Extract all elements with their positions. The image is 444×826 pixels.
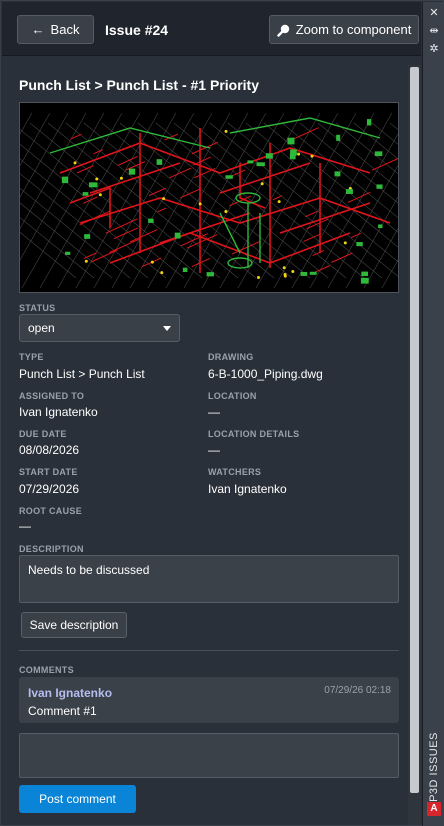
location-value: — (208, 405, 220, 419)
back-button-label: Back (50, 22, 80, 37)
due-date-value: 08/08/2026 (19, 443, 80, 457)
section-divider (19, 650, 399, 651)
drawing-value: 6-B-1000_Piping.dwg (208, 367, 323, 381)
close-icon[interactable]: ✕ (423, 8, 444, 19)
chevron-down-icon (163, 326, 171, 331)
description-textarea[interactable]: Needs to be discussed (19, 555, 399, 603)
location-details-value: — (208, 443, 220, 457)
comments-label: COMMENTS (19, 665, 74, 675)
root-cause-label: ROOT CAUSE (19, 506, 83, 516)
comment-input[interactable] (19, 733, 399, 778)
comment-timestamp: 07/29/26 02:18 (324, 685, 391, 696)
breadcrumb: Punch List > Punch List - #1 Priority (19, 77, 259, 93)
side-palette-strip: ✕ ⇹ ✲ P3D ISSUES A (422, 2, 444, 826)
location-details-label: LOCATION DETAILS (208, 429, 300, 439)
type-label: TYPE (19, 352, 44, 362)
comment-text: Comment #1 (28, 704, 97, 718)
status-label: STATUS (19, 303, 56, 313)
assigned-to-label: ASSIGNED TO (19, 391, 85, 401)
arrow-left-icon: ← (31, 22, 45, 37)
issue-detail-content: Punch List > Punch List - #1 Priority ST… (2, 57, 408, 825)
palette-title-text: P3D ISSUES (428, 732, 440, 802)
description-label: DESCRIPTION (19, 544, 84, 554)
start-date-value: 07/29/2026 (19, 482, 80, 496)
settings-icon[interactable]: ✲ (423, 44, 444, 55)
issue-title: Issue #24 (105, 22, 169, 38)
watchers-value: Ivan Ignatenko (208, 482, 287, 496)
collapse-icon[interactable]: ⇹ (423, 26, 444, 37)
status-dropdown[interactable]: open (19, 314, 180, 342)
scrollbar-thumb[interactable] (410, 67, 419, 793)
save-description-button[interactable]: Save description (21, 612, 127, 638)
model-preview-image (19, 102, 399, 293)
issue-panel-window: ← Back Issue #24 Zoom to component ✕ ⇹ ✲… (0, 0, 444, 826)
autodesk-logo-icon: A (427, 802, 441, 816)
assigned-to-value: Ivan Ignatenko (19, 405, 98, 419)
due-date-label: DUE DATE (19, 429, 67, 439)
comment-card: Ivan Ignatenko 07/29/26 02:18 Comment #1 (19, 677, 399, 723)
type-value: Punch List > Punch List (19, 367, 145, 381)
status-value: open (28, 321, 55, 335)
drawing-label: DRAWING (208, 352, 254, 362)
post-comment-button[interactable]: Post comment (19, 785, 136, 813)
start-date-label: START DATE (19, 467, 78, 477)
back-button[interactable]: ← Back (17, 15, 94, 44)
watchers-label: WATCHERS (208, 467, 262, 477)
root-cause-value: — (19, 519, 31, 533)
zoom-button-label: Zoom to component (295, 22, 412, 37)
location-label: LOCATION (208, 391, 257, 401)
zoom-to-component-button[interactable]: Zoom to component (269, 15, 419, 44)
magnifier-icon (276, 24, 289, 37)
palette-title: P3D ISSUES (426, 732, 442, 802)
comment-author: Ivan Ignatenko (28, 686, 113, 700)
top-toolbar: ← Back Issue #24 Zoom to component (2, 2, 421, 56)
